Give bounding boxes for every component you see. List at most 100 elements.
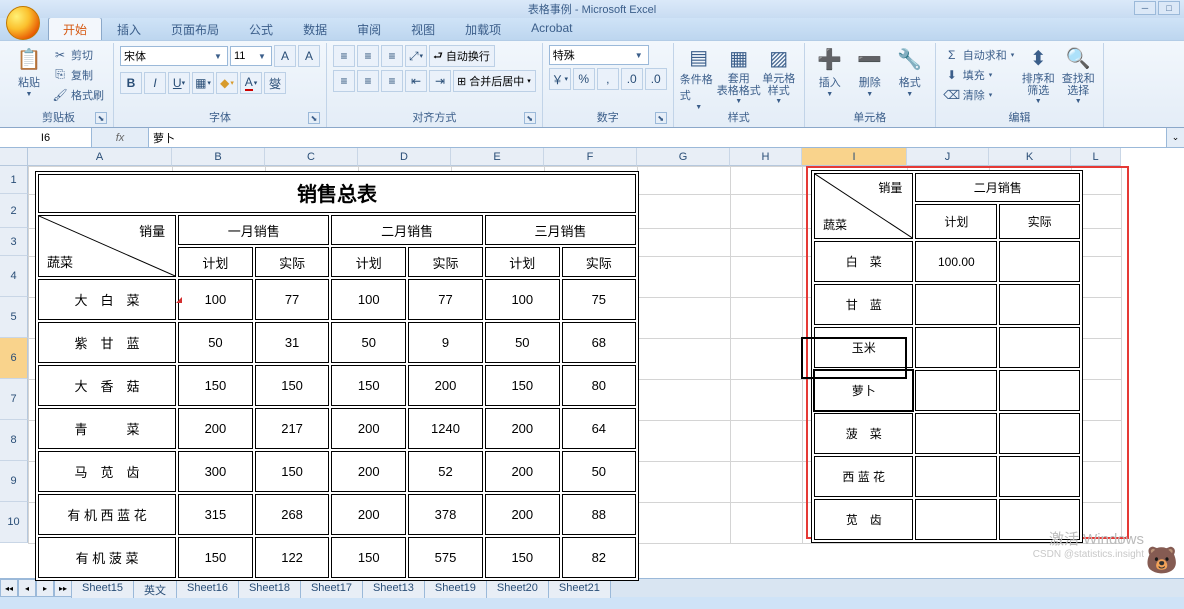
sheet-tab[interactable]: Sheet16	[176, 579, 239, 598]
ribbon-tab-插入[interactable]: 插入	[102, 17, 156, 40]
format-painter-button[interactable]: 🖌格式刷	[50, 85, 107, 104]
decrease-indent-button[interactable]: ⇤	[405, 70, 427, 92]
decrease-decimal-button[interactable]: .0	[645, 68, 667, 90]
sheet-tab[interactable]: Sheet20	[486, 579, 549, 598]
shrink-font-button[interactable]: A	[298, 45, 320, 67]
comma-button[interactable]: ,	[597, 68, 619, 90]
font-color-button[interactable]: A	[240, 72, 262, 94]
column-header[interactable]: I	[802, 148, 907, 166]
dialog-launcher[interactable]: ⬊	[95, 112, 107, 124]
align-left-button[interactable]: ≡	[333, 70, 355, 92]
copy-button[interactable]: ⎘复制	[50, 65, 107, 84]
sheet-tab[interactable]: Sheet21	[548, 579, 611, 598]
ribbon-tab-视图[interactable]: 视图	[396, 17, 450, 40]
conditional-format-button[interactable]: ▤条件格式▼	[680, 45, 718, 105]
underline-button[interactable]: U▾	[168, 72, 190, 94]
borders-button[interactable]: ▦	[192, 72, 214, 94]
sheet-tab[interactable]: Sheet15	[71, 579, 134, 598]
format-cells-button[interactable]: 🔧格式▼	[891, 45, 929, 105]
increase-indent-button[interactable]: ⇥	[429, 70, 451, 92]
fill-color-button[interactable]: ◆	[216, 72, 238, 94]
ribbon-tab-Acrobat[interactable]: Acrobat	[516, 17, 587, 40]
column-header[interactable]: F	[544, 148, 637, 166]
tab-nav-prev[interactable]: ◂	[18, 579, 36, 597]
worksheet-grid[interactable]: ABCDEFGHIJKL 12345678910 销售总表 销量 蔬菜 一月销售…	[0, 148, 1184, 578]
merge-center-button[interactable]: ⊞合并后居中▾	[453, 70, 536, 92]
font-size-combo[interactable]: 11▼	[230, 46, 272, 66]
font-name-combo[interactable]: 宋体▼	[120, 46, 228, 66]
select-all-corner[interactable]	[0, 148, 28, 166]
column-header[interactable]: L	[1071, 148, 1121, 166]
ribbon-tab-审阅[interactable]: 审阅	[342, 17, 396, 40]
row-header[interactable]: 10	[0, 502, 28, 543]
row-header[interactable]: 8	[0, 420, 28, 461]
sort-filter-button[interactable]: ⬍排序和 筛选▼	[1019, 45, 1057, 105]
ribbon-tab-加载项[interactable]: 加载项	[450, 17, 516, 40]
name-box[interactable]: I6	[0, 128, 92, 147]
align-bottom-button[interactable]: ≡	[381, 45, 403, 67]
dialog-launcher[interactable]: ⬊	[308, 112, 320, 124]
insert-cells-button[interactable]: ➕插入▼	[811, 45, 849, 105]
row-header[interactable]: 5	[0, 297, 28, 338]
grow-font-button[interactable]: A	[274, 45, 296, 67]
row-header[interactable]: 3	[0, 228, 28, 256]
fx-icon[interactable]: fx	[116, 132, 125, 144]
column-header[interactable]: J	[907, 148, 989, 166]
delete-cells-button[interactable]: ➖删除▼	[851, 45, 889, 105]
accounting-button[interactable]: ￥	[549, 68, 571, 90]
row-header[interactable]: 4	[0, 256, 28, 297]
format-as-table-button[interactable]: ▦套用 表格格式▼	[720, 45, 758, 105]
ribbon-tab-数据[interactable]: 数据	[288, 17, 342, 40]
paste-button[interactable]: 📋 粘贴 ▼	[10, 45, 48, 105]
increase-decimal-button[interactable]: .0	[621, 68, 643, 90]
restore-button[interactable]: □	[1158, 1, 1180, 15]
sheet-tab[interactable]: Sheet17	[300, 579, 363, 598]
row-header[interactable]: 9	[0, 461, 28, 502]
align-middle-button[interactable]: ≡	[357, 45, 379, 67]
column-header[interactable]: D	[358, 148, 451, 166]
row-header[interactable]: 1	[0, 166, 28, 194]
percent-button[interactable]: %	[573, 68, 595, 90]
autosum-button[interactable]: Σ自动求和▾	[942, 45, 1018, 64]
formula-input[interactable]: 萝卜	[148, 128, 1166, 147]
align-top-button[interactable]: ≡	[333, 45, 355, 67]
column-header[interactable]: G	[637, 148, 730, 166]
sheet-tab[interactable]: Sheet13	[362, 579, 425, 598]
row-header[interactable]: 2	[0, 194, 28, 228]
find-select-button[interactable]: 🔍查找和 选择▼	[1059, 45, 1097, 105]
tab-nav-last[interactable]: ▸▸	[54, 579, 72, 597]
dialog-launcher[interactable]: ⬊	[524, 112, 536, 124]
tab-nav-first[interactable]: ◂◂	[0, 579, 18, 597]
bold-button[interactable]: B	[120, 72, 142, 94]
wrap-text-button[interactable]: ⮐自动换行	[429, 45, 495, 67]
column-header[interactable]: A	[28, 148, 172, 166]
office-button[interactable]	[6, 6, 40, 40]
expand-formula-button[interactable]: ⌄	[1166, 128, 1184, 147]
row-header[interactable]: 6	[0, 338, 28, 379]
ribbon-tab-页面布局[interactable]: 页面布局	[156, 17, 234, 40]
column-header[interactable]: K	[989, 148, 1071, 166]
column-header[interactable]: E	[451, 148, 544, 166]
row-header[interactable]: 7	[0, 379, 28, 420]
ribbon-tab-开始[interactable]: 开始	[48, 17, 102, 40]
minimize-button[interactable]: ─	[1134, 1, 1156, 15]
sheet-tab[interactable]: Sheet19	[424, 579, 487, 598]
column-header[interactable]: H	[730, 148, 802, 166]
tab-nav-next[interactable]: ▸	[36, 579, 54, 597]
cut-button[interactable]: ✂剪切	[50, 45, 107, 64]
column-header[interactable]: C	[265, 148, 358, 166]
sheet-tab[interactable]: Sheet18	[238, 579, 301, 598]
fill-button[interactable]: ⬇填充▾	[942, 65, 1018, 84]
dialog-launcher[interactable]: ⬊	[655, 112, 667, 124]
clear-button[interactable]: ⌫清除▾	[942, 85, 1018, 104]
ribbon-tab-公式[interactable]: 公式	[234, 17, 288, 40]
phonetic-button[interactable]: 燮	[264, 72, 286, 94]
italic-button[interactable]: I	[144, 72, 166, 94]
align-center-button[interactable]: ≡	[357, 70, 379, 92]
number-format-combo[interactable]: 特殊▼	[549, 45, 649, 65]
orientation-button[interactable]: ⤢	[405, 45, 427, 67]
align-right-button[interactable]: ≡	[381, 70, 403, 92]
column-header[interactable]: B	[172, 148, 265, 166]
sheet-tab[interactable]: 英文	[133, 579, 177, 598]
cell-styles-button[interactable]: ▨单元格 样式▼	[760, 45, 798, 105]
